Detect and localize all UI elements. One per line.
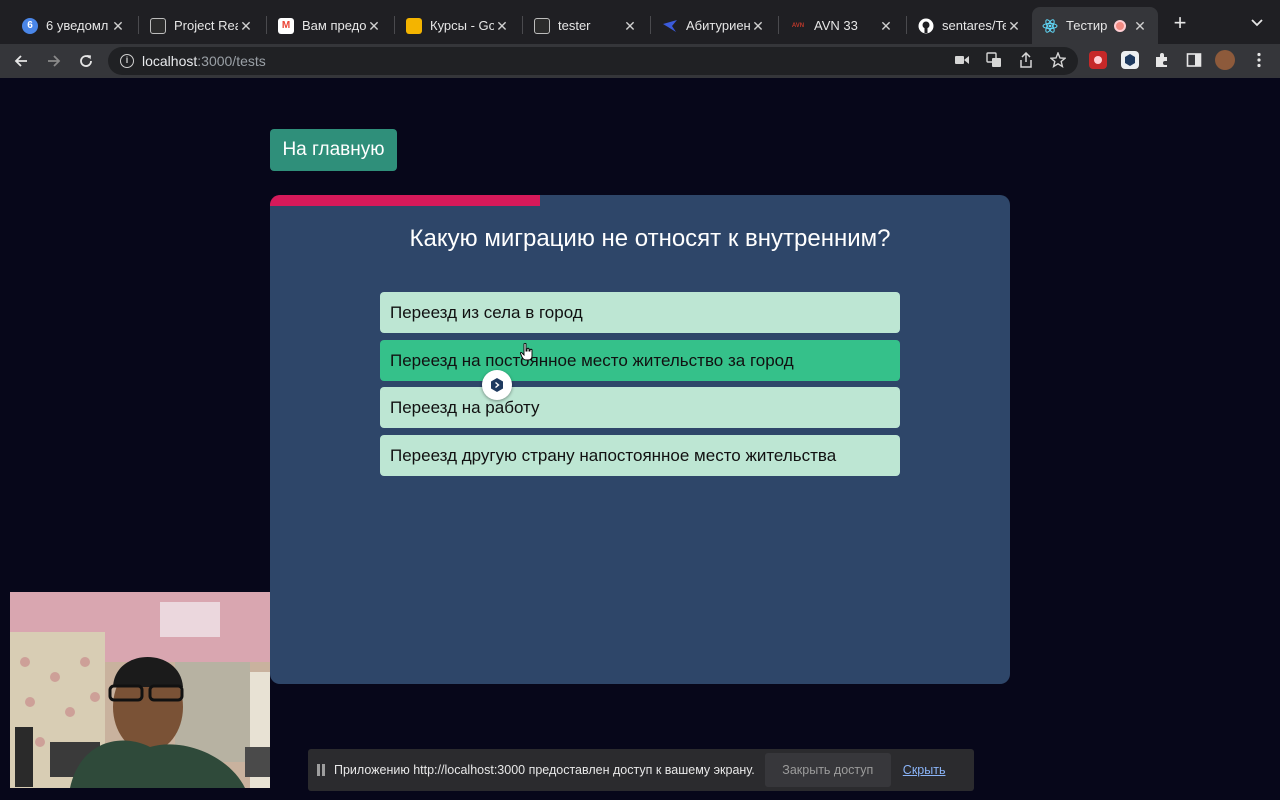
tab-divider <box>266 16 267 34</box>
tab-testing-active[interactable]: Тестир ✕ <box>1032 7 1158 44</box>
browser-toolbar: i localhost:3000/tests <box>0 44 1280 78</box>
answer-option[interactable]: Переезд на работу <box>380 387 900 428</box>
tab-title: 6 уведомл <box>46 18 109 33</box>
tab-close-icon[interactable]: ✕ <box>110 18 126 34</box>
tab-divider <box>138 16 139 34</box>
stop-sharing-button[interactable]: Закрыть доступ <box>764 753 891 787</box>
tab-close-icon[interactable]: ✕ <box>1132 18 1148 34</box>
camera-icon[interactable] <box>953 51 971 69</box>
tab-tester[interactable]: tester ✕ <box>524 7 648 44</box>
notification-badge-icon: 6 <box>22 17 38 34</box>
hand-cursor-icon <box>519 342 534 361</box>
tab-project[interactable]: Project Rea ✕ <box>140 7 264 44</box>
gmail-icon: M <box>278 17 294 34</box>
tab-close-icon[interactable]: ✕ <box>366 18 382 34</box>
screen-share-message: Приложению http://localhost:3000 предост… <box>334 763 755 777</box>
tab-title: AVN 33 <box>814 18 858 33</box>
webcam-preview <box>10 592 270 788</box>
profile-avatar[interactable] <box>1215 50 1235 70</box>
tab-avn[interactable]: AVN AVN 33 ✕ <box>780 7 904 44</box>
tab-close-icon[interactable]: ✕ <box>494 18 510 34</box>
tab-strip: 6 6 уведомл ✕ Project Rea ✕ M Вам предо … <box>0 0 1280 44</box>
tab-divider <box>778 16 779 34</box>
share-icon[interactable] <box>1017 51 1035 69</box>
site-info-icon[interactable]: i <box>120 54 134 68</box>
tab-title: tester <box>558 18 591 33</box>
page-icon <box>150 17 166 34</box>
tab-title: Тестир <box>1066 18 1108 33</box>
extension-overlay-icon[interactable] <box>482 370 512 400</box>
university-icon <box>662 18 678 34</box>
quiz-card: Какую миграцию не относят к внутренним? … <box>270 195 1010 684</box>
tab-close-icon[interactable]: ✕ <box>622 18 638 34</box>
address-bar[interactable]: i localhost:3000/tests <box>108 47 1078 75</box>
drag-handle-icon[interactable] <box>317 764 325 776</box>
tab-divider <box>906 16 907 34</box>
reload-icon[interactable] <box>74 49 98 73</box>
tab-divider <box>522 16 523 34</box>
extension-red-icon[interactable] <box>1089 51 1107 69</box>
tab-close-icon[interactable]: ✕ <box>878 18 894 34</box>
extensions-puzzle-icon[interactable] <box>1153 51 1171 69</box>
hide-link[interactable]: Скрыть <box>903 763 946 777</box>
avn-icon: AVN <box>791 22 805 29</box>
answer-option[interactable]: Переезд на постоянное место жительство з… <box>380 340 900 381</box>
tab-gmail[interactable]: M Вам предо ✕ <box>268 7 392 44</box>
question-text: Какую миграцию не относят к внутренним? <box>409 225 891 252</box>
side-panel-icon[interactable] <box>1185 51 1203 69</box>
tab-divider <box>394 16 395 34</box>
new-tab-button[interactable]: + <box>1170 12 1190 34</box>
quiz-progress-bar <box>270 195 1010 206</box>
tab-search-chevron-icon[interactable] <box>1248 16 1266 32</box>
forward-arrow-icon[interactable] <box>42 49 66 73</box>
extension-hexagon-icon[interactable] <box>1121 51 1139 69</box>
tab-applicants[interactable]: Абитуриен ✕ <box>652 7 776 44</box>
answer-option[interactable]: Переезд другую страну напостоянное место… <box>380 435 900 476</box>
translate-icon[interactable] <box>985 51 1003 69</box>
answer-option[interactable]: Переезд из села в город <box>380 292 900 333</box>
tab-github[interactable]: sentares/Te ✕ <box>908 7 1032 44</box>
menu-kebab-icon[interactable] <box>1250 51 1268 69</box>
tab-close-icon[interactable]: ✕ <box>750 18 766 34</box>
tab-close-icon[interactable]: ✕ <box>1006 18 1022 34</box>
back-arrow-icon[interactable] <box>9 49 33 73</box>
tab-divider <box>650 16 651 34</box>
recording-indicator-icon <box>1114 19 1126 32</box>
home-button[interactable]: На главную <box>270 129 397 171</box>
react-icon <box>1042 18 1058 34</box>
tab-title: Project Rea <box>174 18 238 33</box>
tab-notifications[interactable]: 6 6 уведомл ✕ <box>12 7 136 44</box>
url-path: :3000/tests <box>197 53 266 69</box>
quiz-progress-fill <box>270 195 541 206</box>
slides-icon <box>406 17 422 34</box>
screen-share-bar: Приложению http://localhost:3000 предост… <box>308 749 974 791</box>
page-icon <box>534 17 550 34</box>
tab-title: Абитуриен <box>686 18 750 33</box>
tab-title: Вам предо <box>302 18 366 33</box>
github-icon <box>918 18 934 34</box>
tab-courses[interactable]: Курсы - Go ✕ <box>396 7 520 44</box>
tab-title: Курсы - Go <box>430 18 494 33</box>
tab-close-icon[interactable]: ✕ <box>238 18 254 34</box>
bookmark-star-icon[interactable] <box>1049 51 1067 69</box>
tab-title: sentares/Te <box>942 18 1006 33</box>
url-host: localhost <box>142 53 198 69</box>
